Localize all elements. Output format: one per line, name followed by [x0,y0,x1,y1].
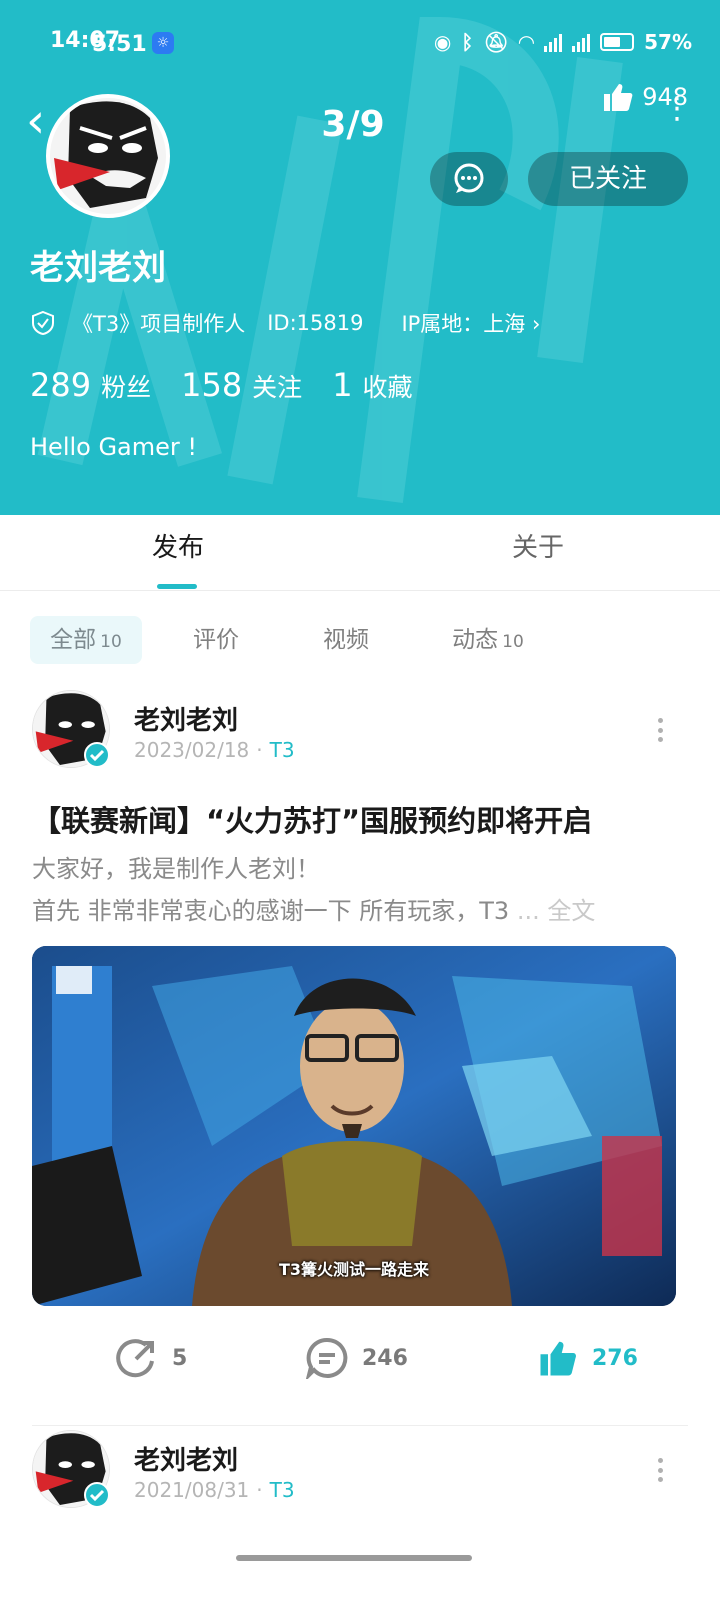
profile-bio: Hello Gamer ! [30,433,198,461]
more-dot [658,1467,663,1473]
fans-label[interactable]: 粉丝 [101,368,151,404]
chat-bubble-icon [454,163,484,193]
video-caption-wrap: T3篝火测试一路走来 [32,1256,676,1280]
profile-username: 老刘老刘 [30,248,166,288]
favorites-label[interactable]: 收藏 [363,368,413,404]
post-more-button[interactable] [658,718,664,742]
wifi-icon: ◠ [518,30,535,54]
home-indicator[interactable] [236,1555,472,1561]
post-filter-chips: 全部 10 评价 视频 动态 10 [30,616,690,664]
filter-dynamic-label: 动态 [452,627,499,653]
filter-all-count: 10 [100,632,122,652]
ip-location-link[interactable]: IP属地：上海 › [401,308,540,338]
mute-icon: 🔕︎ [483,30,509,54]
more-dot [658,737,663,742]
post-author-name[interactable]: 老刘老刘 [134,700,238,737]
more-dot [658,1477,663,1482]
excerpt-text: 首先 非常非常衷心的感谢一下 所有玩家，T3 [32,897,510,925]
following-button[interactable]: 已关注 [528,152,688,206]
active-tab-indicator [157,584,197,589]
comment-button[interactable]: 246 [306,1330,408,1386]
share-icon [116,1339,154,1378]
post-date: 2021/08/31 [134,1478,250,1502]
verified-badge-icon [84,742,110,768]
post-author-name[interactable]: 老刘老刘 [134,1440,238,1477]
share-count: 5 [172,1345,188,1371]
verified-shield-icon [32,310,54,336]
post-game-tag[interactable]: T3 [270,1478,295,1502]
chevron-right-icon: › [532,312,541,336]
post-actions: 5 246 276 [0,1330,720,1386]
image-page-counter: 3/9 [321,104,385,145]
filter-review-label: 评价 [193,627,239,653]
battery-icon [600,33,635,51]
more-dot [658,718,663,723]
post-video-thumbnail[interactable]: T3篝火测试一路走来 [32,946,676,1306]
profile-header: 14:07 5:51 ☼ ◉ ᛒ 🔕︎ ◠ 57% ‹ 3/9 948 ⋮ 已关… [0,0,720,515]
fans-count[interactable]: 289 [30,366,91,404]
profile-tabs: 发布 关于 [0,515,720,591]
video-caption: T3篝火测试一路走来 [278,1260,430,1279]
profile-role: 《T3》项目制作人 [72,312,246,336]
post-more-button[interactable] [658,1458,664,1482]
comment-icon [306,1337,348,1379]
profile-meta: 《T3》项目制作人 ID:15819 IP属地：上海 › [30,308,540,338]
post-meta: 2021/08/31 · T3 [134,1478,295,1502]
bulb-icon: ☼ [152,32,174,54]
filter-video[interactable]: 视频 [302,616,390,664]
filter-dynamic[interactable]: 动态 10 [428,616,548,664]
tab-publish[interactable]: 发布 [120,515,236,591]
separator-dot: · [256,1478,263,1502]
more-options-button[interactable]: ⋮ [662,94,692,124]
comment-count: 246 [362,1345,408,1371]
feed-post[interactable]: 老刘老刘 2021/08/31 · T3 [0,1430,720,1550]
following-count[interactable]: 158 [181,366,242,404]
post-divider [32,1425,688,1426]
profile-id: ID:15819 [267,311,364,335]
like-count: 276 [592,1345,638,1371]
profile-stats: 289 粉丝 158 关注 1 收藏 [30,366,443,404]
favorites-count[interactable]: 1 [332,366,352,404]
feed-post[interactable]: 老刘老刘 2023/02/18 · T3 【联赛新闻】“火力苏打”国服预约即将开启 … [0,690,720,1425]
ip-location: IP属地：上海 [401,312,526,336]
following-label[interactable]: 关注 [252,368,302,404]
separator-dot: · [256,738,263,762]
post-game-tag[interactable]: T3 [270,738,295,762]
verified-badge-icon [84,1482,110,1508]
video-frame-illustration [32,946,676,1306]
filter-dynamic-count: 10 [502,632,524,652]
more-vertical-icon: ⋮ [662,91,692,126]
thumbs-up-icon [540,1341,576,1376]
bluetooth-icon: ᛒ [461,30,474,54]
thumbs-up-icon [604,84,633,111]
filter-all[interactable]: 全部 10 [30,616,142,664]
more-dot [658,1458,663,1463]
post-excerpt-line-2: 首先 非常非常衷心的感谢一下 所有玩家，T3 ... 全文 [32,890,692,932]
like-button[interactable]: 276 [538,1330,638,1386]
post-excerpt-line: 大家好，我是制作人老刘！ [32,855,320,883]
battery-level: 57% [644,30,692,54]
post-date: 2023/02/18 [134,738,250,762]
status-bar: 14:07 5:51 ☼ ◉ ᛒ 🔕︎ ◠ 57% [0,26,720,62]
signal-icon-2 [572,32,591,52]
signal-icon [544,32,563,52]
status-time-overlay: 5:51 [92,32,147,57]
post-excerpt[interactable]: 大家好，我是制作人老刘！ 首先 非常非常衷心的感谢一下 所有玩家，T3 ... … [32,848,692,932]
post-meta: 2023/02/18 · T3 [134,738,295,762]
more-dot [658,727,663,733]
post-title[interactable]: 【联赛新闻】“火力苏打”国服预约即将开启 [32,798,592,840]
filter-review[interactable]: 评价 [172,616,260,664]
filter-video-label: 视频 [323,627,369,653]
share-button[interactable]: 5 [116,1330,187,1386]
message-button[interactable] [430,152,508,206]
read-full-link[interactable]: ... 全文 [517,897,596,925]
eye-icon: ◉ [433,30,452,54]
tab-about[interactable]: 关于 [480,515,596,591]
filter-all-label: 全部 [50,627,97,653]
status-icons: ◉ ᛒ 🔕︎ ◠ 57% [434,30,692,54]
